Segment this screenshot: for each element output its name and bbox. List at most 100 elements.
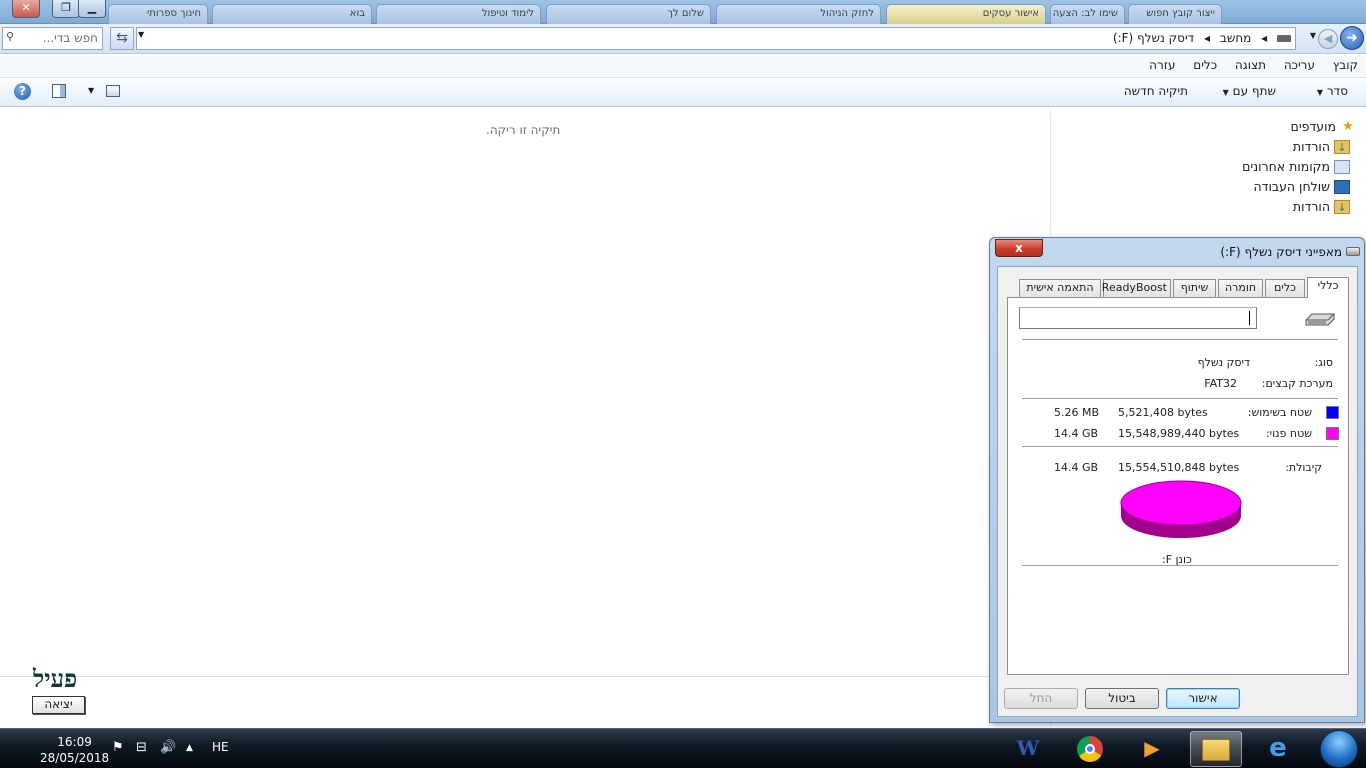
view-options-dropdown-icon[interactable]: ▼ [88, 86, 94, 95]
drive-small-icon [1277, 35, 1291, 42]
share-with-button[interactable]: שתף עם ▼ [1223, 84, 1276, 98]
empty-folder-message: תיקיה זו ריקה. [486, 123, 561, 137]
volume-icon[interactable]: 🔊 [160, 740, 176, 755]
used-space-size: 5.26 MB [1054, 406, 1100, 419]
tab-readyboost[interactable]: ReadyBoost [1102, 279, 1171, 297]
address-dropdown-icon[interactable]: ▼ [138, 30, 144, 39]
separator [1022, 398, 1338, 399]
separator [1022, 339, 1338, 340]
action-center-flag-icon[interactable]: ⚑ [112, 740, 124, 755]
tab-general[interactable]: כללי [1307, 277, 1349, 298]
window-minimize-button[interactable]: ▁ [78, 0, 106, 18]
preview-pane-icon[interactable] [52, 84, 66, 98]
search-input[interactable]: חפש בדי... [2, 27, 103, 50]
ok-button[interactable]: אישור [1166, 688, 1240, 709]
menu-bar: קובץ עריכה תצוגה כלים עזרה [0, 56, 1366, 78]
pie-free-slice [1120, 480, 1242, 526]
menu-file[interactable]: קובץ [1333, 58, 1358, 72]
browser-tab[interactable]: בוא [212, 4, 372, 24]
browser-tab[interactable]: ייצור קובץ חפוש [1128, 4, 1222, 24]
window-restore-button[interactable]: ❐ [52, 0, 80, 18]
chevron-down-icon: ▼ [1222, 88, 1229, 97]
browser-tab[interactable]: שימו לב: הצעה [1050, 4, 1125, 24]
nav-downloads[interactable]: הורדות [1293, 139, 1330, 154]
back-arrow-icon[interactable]: ➜ [1340, 26, 1364, 50]
view-mode-icon[interactable] [106, 85, 120, 97]
chrome-icon[interactable] [1064, 731, 1116, 767]
capacity-size: 14.4 GB [1054, 461, 1099, 474]
tab-tools[interactable]: כלים [1265, 279, 1305, 297]
browser-tab[interactable]: לימוד וטיפול [376, 4, 541, 24]
media-player-icon[interactable]: ▶ [1126, 731, 1178, 767]
window-close-button[interactable]: ✕ [12, 0, 40, 18]
separator [1022, 565, 1338, 566]
dialog-body: כללי כלים חומרה שיתוף ReadyBoost התאמה א… [997, 266, 1358, 717]
taskbar: 16:09 28/05/2018 ⚑ ⊟ 🔊 ▲ HE W ▶ e [0, 728, 1366, 768]
file-list-area[interactable] [0, 108, 1050, 676]
browser-tab[interactable]: חינוך ספרותי [108, 4, 208, 24]
browser-tab[interactable]: אישור עסקים [886, 4, 1046, 24]
browser-tab[interactable]: לחזק הניהול [716, 4, 881, 24]
dialog-close-button[interactable]: x [995, 239, 1043, 257]
show-hidden-icons-icon[interactable]: ▲ [186, 743, 193, 753]
desktop-icon [1334, 180, 1350, 194]
downloads-folder-icon: ↓ [1334, 140, 1350, 154]
start-button[interactable] [1320, 730, 1358, 768]
word-icon[interactable]: W [1002, 731, 1054, 767]
ie-icon[interactable]: e [1252, 731, 1304, 767]
tab-sharing[interactable]: שיתוף [1173, 279, 1216, 297]
forward-arrow-icon[interactable]: ◀ [1318, 29, 1338, 49]
command-toolbar: סדר ▼ שתף עם ▼ תיקיה חדשה ? ▼ [0, 78, 1366, 107]
general-tab-panel: סוג: דיסק נשלף מערכת קבצים: FAT32 שטח בש… [1007, 297, 1349, 675]
search-icon[interactable]: ⚲ [6, 30, 14, 43]
help-icon[interactable]: ? [14, 83, 31, 100]
drive-name-input[interactable] [1019, 307, 1257, 329]
refresh-icon[interactable]: ⇆ [110, 27, 134, 50]
recent-places-icon [1334, 160, 1350, 174]
explorer-icon[interactable] [1190, 731, 1242, 767]
system-clock[interactable]: 16:09 28/05/2018 [40, 734, 109, 766]
new-folder-button[interactable]: תיקיה חדשה [1124, 84, 1188, 98]
nav-favorites[interactable]: מועדפים [1291, 119, 1336, 134]
address-bar: ➜ ◀ ▼ ◂ מחשב ◂ דיסק נשלף (F:) ▼ ⇆ חפש בד… [0, 24, 1366, 54]
nav-downloads-2[interactable]: הורדות [1293, 199, 1330, 214]
favorites-star-icon: ★ [1342, 119, 1354, 134]
history-dropdown-icon[interactable]: ▼ [1310, 31, 1316, 40]
capacity-bytes: 15,554,510,848 bytes [1118, 461, 1240, 474]
disk-usage-pie-chart [1120, 480, 1242, 538]
network-icon[interactable]: ⊟ [136, 740, 147, 755]
free-space-label: שטח פנוי: [1265, 427, 1312, 440]
dialog-tabs: כללי כלים חומרה שיתוף ReadyBoost התאמה א… [1007, 277, 1349, 298]
apply-button[interactable]: החל [1004, 688, 1078, 709]
nav-desktop[interactable]: שולחן העבודה [1253, 179, 1330, 194]
menu-edit[interactable]: עריכה [1284, 58, 1315, 72]
breadcrumb-computer[interactable]: מחשב [1220, 31, 1251, 45]
menu-view[interactable]: תצוגה [1235, 58, 1266, 72]
used-space-label: שטח בשימוש: [1247, 406, 1312, 419]
menu-tools[interactable]: כלים [1193, 58, 1217, 72]
removable-drive-icon [1346, 247, 1360, 256]
type-value: דיסק נשלף [1197, 356, 1250, 369]
breadcrumb-drive[interactable]: דיסק נשלף (F:) [1113, 31, 1194, 45]
input-language[interactable]: HE [212, 740, 229, 754]
text-caret [1249, 311, 1250, 325]
browser-tab[interactable]: שלום לך [546, 4, 711, 24]
capacity-label: קיבולת: [1285, 461, 1322, 474]
exit-button[interactable]: יציאה [32, 696, 85, 714]
details-pane [0, 676, 990, 728]
tab-hardware[interactable]: חומרה [1218, 279, 1263, 297]
breadcrumb-separator-icon[interactable]: ◂ [1261, 31, 1267, 45]
organize-button[interactable]: סדר ▼ [1317, 84, 1348, 98]
address-breadcrumb[interactable]: ◂ מחשב ◂ דיסק נשלף (F:) [136, 27, 1296, 50]
clock-date: 28/05/2018 [40, 751, 110, 765]
chevron-down-icon: ▼ [1316, 88, 1324, 97]
breadcrumb-separator-icon[interactable]: ◂ [1204, 31, 1210, 45]
downloads-folder-icon: ↓ [1334, 200, 1350, 214]
filesystem-label: מערכת קבצים: [1261, 377, 1333, 390]
nav-recent-places[interactable]: מקומות אחרונים [1242, 159, 1330, 174]
used-space-swatch [1326, 406, 1339, 419]
menu-help[interactable]: עזרה [1149, 58, 1175, 72]
used-space-bytes: 5,521,408 bytes [1118, 406, 1208, 419]
tab-customize[interactable]: התאמה אישית [1019, 279, 1101, 297]
cancel-button[interactable]: ביטול [1085, 688, 1159, 709]
